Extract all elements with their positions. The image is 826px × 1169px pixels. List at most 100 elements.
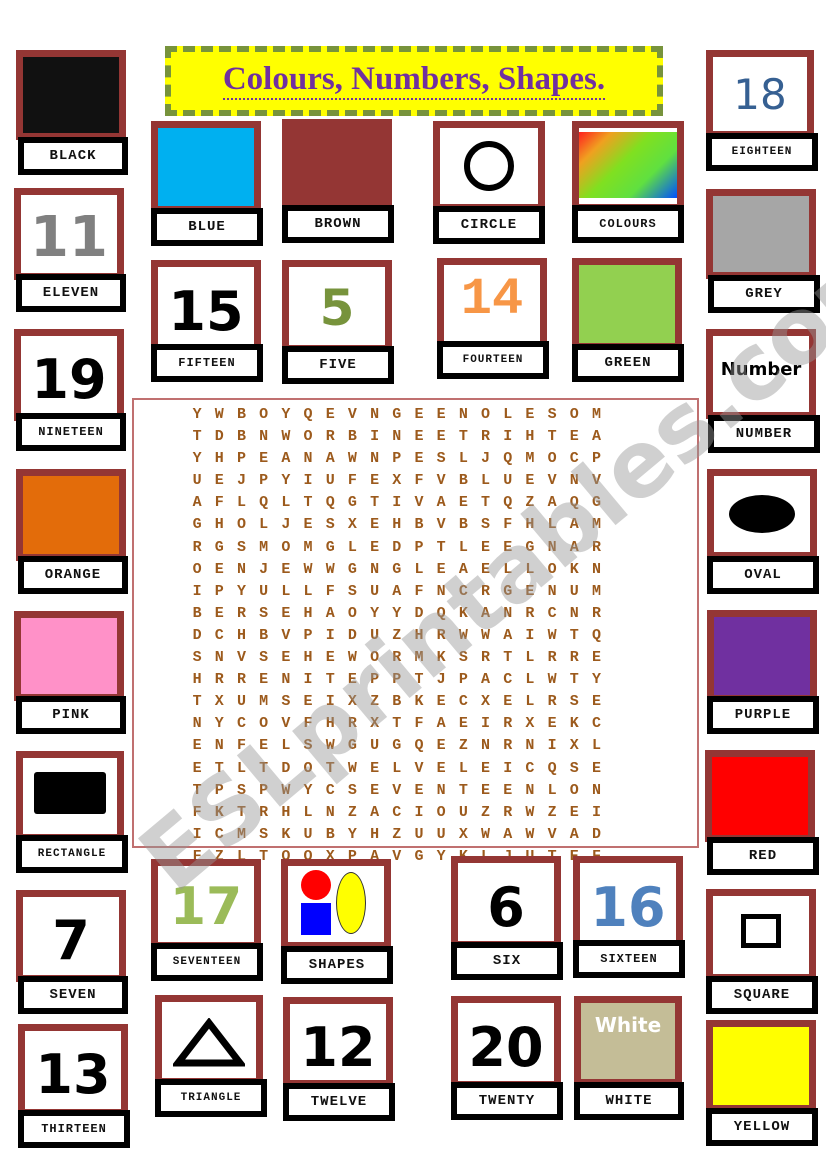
grid-letter: J	[259, 560, 269, 578]
grid-letter: N	[481, 737, 491, 755]
grid-letter: X	[214, 693, 224, 711]
grid-letter: F	[236, 737, 246, 755]
grid-letter: E	[525, 406, 535, 423]
number-word-tile: Number	[706, 329, 816, 419]
grid-letter: U	[569, 582, 579, 600]
grid-letter: L	[547, 781, 557, 799]
grid-letter: O	[303, 428, 313, 446]
grey-swatch	[706, 189, 816, 279]
grid-letter: B	[392, 693, 402, 711]
grid-letter: P	[214, 582, 224, 600]
grid-letter: Q	[569, 494, 579, 512]
grid-letter: R	[547, 693, 557, 711]
grid-letter: Q	[547, 759, 557, 777]
grid-letter: S	[325, 516, 335, 534]
grid-letter: M	[591, 406, 601, 423]
grid-letter: K	[414, 693, 424, 711]
grid-letter: M	[525, 450, 535, 468]
grid-letter: I	[591, 803, 601, 821]
grid-letter: M	[259, 693, 269, 711]
grid-letter: N	[392, 428, 402, 446]
grid-letter: A	[325, 450, 335, 468]
grid-letter: R	[503, 715, 513, 733]
grid-letter: E	[192, 759, 202, 777]
numeral: 5	[319, 279, 355, 337]
grid-letter: A	[569, 825, 579, 843]
grid-letter: T	[503, 649, 513, 667]
grid-letter: M	[236, 825, 246, 843]
grid-letter: V	[347, 406, 357, 423]
grid-letter: J	[236, 472, 246, 490]
grid-letter: G	[325, 538, 335, 556]
grid-letter: Y	[392, 604, 402, 622]
card-label: COLOURS	[572, 205, 684, 243]
grid-letter: N	[259, 428, 269, 446]
grid-letter: X	[569, 737, 579, 755]
grid-letter: R	[436, 626, 446, 644]
grid-letter: I	[303, 671, 313, 689]
rectangle-tile	[16, 751, 124, 841]
grid-letter: L	[525, 693, 535, 711]
grid-letter: B	[325, 825, 335, 843]
grid-letter: O	[547, 450, 557, 468]
word-search-frame: YWBOYQEVNGEENOLESOMTDBNWORBINEETRIHTEAYH…	[132, 398, 699, 887]
grid-letter: F	[214, 494, 224, 512]
grid-letter: I	[525, 626, 535, 644]
grid-letter: U	[458, 803, 468, 821]
grid-letter: E	[503, 781, 513, 799]
grid-letter: E	[503, 693, 513, 711]
grid-letter: E	[414, 450, 424, 468]
card-label: SEVEN	[18, 976, 128, 1014]
grid-letter: R	[503, 803, 513, 821]
grid-letter: L	[281, 582, 291, 600]
grid-letter: O	[569, 406, 579, 423]
grid-letter: O	[347, 604, 357, 622]
grid-letter: L	[481, 472, 491, 490]
grid-letter: W	[347, 759, 357, 777]
grid-letter: N	[458, 406, 468, 423]
numeral: 20	[468, 1016, 544, 1079]
orange-swatch	[16, 469, 126, 561]
grid-letter: T	[214, 759, 224, 777]
number-tile: 7	[16, 890, 126, 982]
grid-letter: M	[259, 538, 269, 556]
grid-letter: I	[192, 582, 202, 600]
grid-letter: E	[481, 560, 491, 578]
grid-letter: N	[192, 715, 202, 733]
grid-letter: G	[347, 737, 357, 755]
grid-letter: S	[481, 516, 491, 534]
grid-letter: D	[414, 604, 424, 622]
grid-letter: E	[436, 560, 446, 578]
grid-letter: S	[303, 737, 313, 755]
grid-letter: L	[525, 649, 535, 667]
grid-letter: K	[436, 649, 446, 667]
grid-letter: V	[236, 649, 246, 667]
grid-letter: G	[503, 582, 513, 600]
grid-letter: B	[236, 428, 246, 446]
grid-letter: E	[481, 538, 491, 556]
grid-letter: I	[547, 737, 557, 755]
grid-letter: X	[392, 472, 402, 490]
card-label: BROWN	[282, 205, 394, 243]
grid-letter: K	[569, 560, 579, 578]
grid-letter: O	[236, 516, 246, 534]
grid-letter: A	[569, 516, 579, 534]
grid-letter: N	[370, 560, 380, 578]
number-word: Number	[720, 358, 802, 380]
grid-letter: R	[481, 582, 491, 600]
grid-letter: W	[481, 626, 491, 644]
numeral: 7	[52, 909, 90, 972]
grid-letter: L	[525, 671, 535, 689]
grid-letter: E	[481, 781, 491, 799]
grid-letter: J	[436, 671, 446, 689]
grid-letter: E	[192, 737, 202, 755]
card-label: SQUARE	[706, 976, 818, 1014]
grid-letter: F	[303, 715, 313, 733]
grid-letter: C	[214, 825, 224, 843]
grid-letter: E	[325, 406, 335, 423]
grid-letter: L	[458, 538, 468, 556]
grid-letter: E	[436, 693, 446, 711]
grid-letter: T	[325, 759, 335, 777]
grid-letter: E	[569, 428, 579, 446]
card-label: EIGHTEEN	[706, 133, 818, 171]
